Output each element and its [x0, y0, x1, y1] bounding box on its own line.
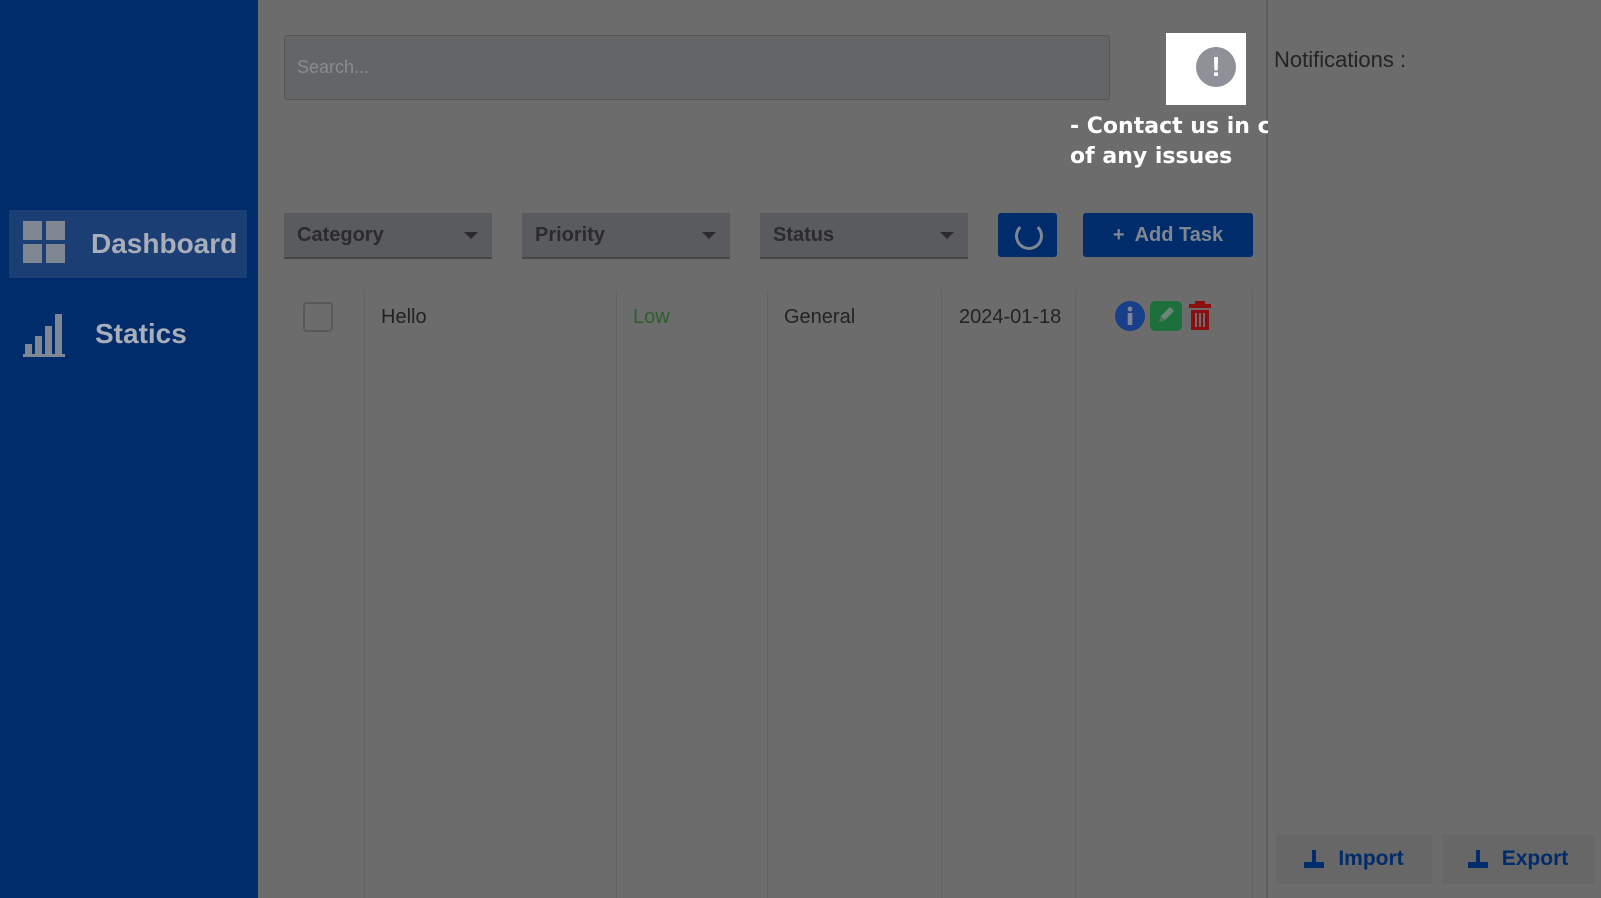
add-task-button[interactable]: + Add Task — [1083, 213, 1253, 257]
status-dropdown-label: Status — [773, 224, 835, 246]
sidebar: Dashboard Statics — [0, 0, 258, 898]
task-title: Hello — [381, 306, 427, 328]
trash-icon[interactable] — [1186, 300, 1214, 332]
export-button[interactable]: Export — [1442, 834, 1594, 884]
refresh-icon — [1015, 222, 1043, 250]
task-priority: Low — [633, 306, 670, 328]
exclamation-icon: ! — [1196, 47, 1236, 87]
export-label: Export — [1501, 847, 1569, 870]
priority-dropdown-label: Priority — [535, 224, 606, 246]
notifications-pane: Notifications : Import Export — [1268, 0, 1601, 898]
info-icon[interactable] — [1115, 301, 1145, 331]
chevron-down-icon — [702, 232, 716, 239]
sidebar-item-label: Statics — [95, 318, 187, 349]
import-label: Import — [1338, 847, 1404, 870]
bar-chart-icon — [23, 311, 69, 357]
task-category: General — [784, 306, 856, 328]
dashboard-grid-icon — [23, 221, 69, 267]
status-dropdown[interactable]: Status — [760, 213, 968, 259]
category-dropdown-label: Category — [297, 224, 384, 246]
contact-alert[interactable]: ! — [1166, 33, 1246, 105]
export-icon — [1467, 850, 1488, 868]
category-dropdown[interactable]: Category — [284, 213, 492, 259]
import-icon — [1304, 850, 1325, 868]
chevron-down-icon — [464, 232, 478, 239]
sidebar-item-label: Dashboard — [91, 228, 238, 259]
sidebar-item-statics[interactable]: Statics — [9, 300, 247, 368]
sidebar-item-dashboard[interactable]: Dashboard — [9, 210, 247, 278]
refresh-button[interactable] — [998, 213, 1057, 257]
task-date: 2024-01-18 — [959, 306, 1062, 328]
chevron-down-icon — [940, 232, 954, 239]
plus-icon: + — [1112, 223, 1125, 246]
priority-dropdown[interactable]: Priority — [522, 213, 730, 259]
main-panel: Search... ! - Contact us in case of any … — [258, 0, 1313, 898]
search-input[interactable]: Search... — [284, 35, 1110, 100]
task-table — [284, 290, 1258, 898]
add-task-label: Add Task — [1134, 223, 1224, 246]
edit-pencil-icon[interactable] — [1150, 301, 1182, 331]
notifications-label: Notifications : — [1274, 47, 1407, 72]
task-checkbox[interactable] — [303, 302, 333, 332]
import-button[interactable]: Import — [1276, 834, 1432, 884]
